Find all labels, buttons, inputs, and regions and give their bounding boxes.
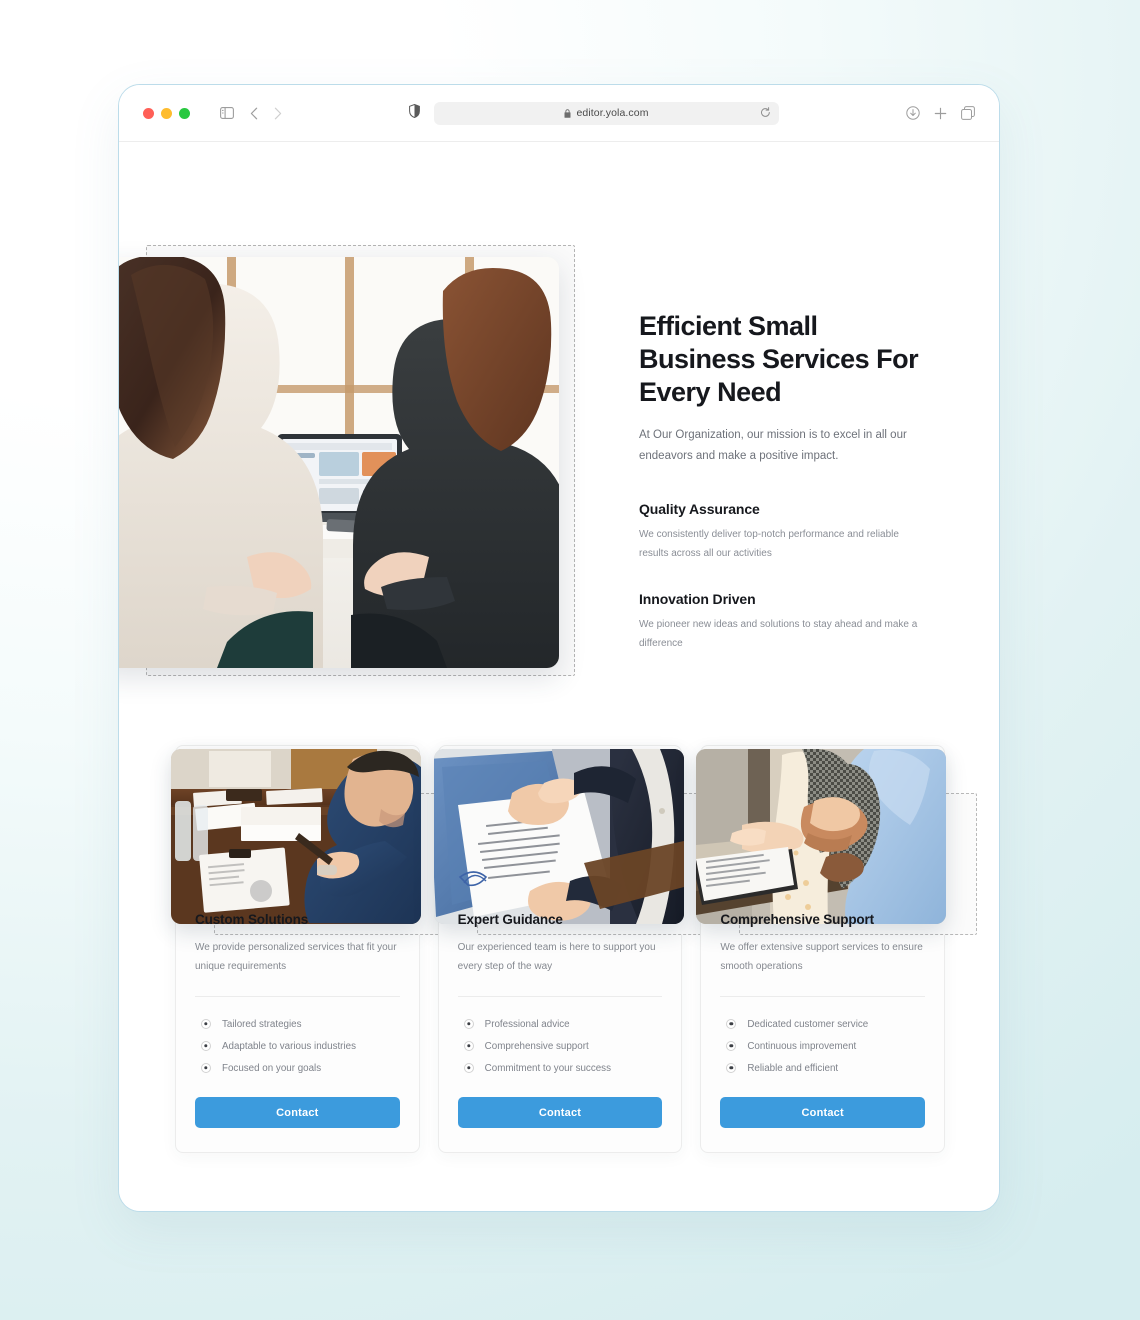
feature-innovation-driven[interactable]: Innovation Driven We pioneer new ideas a… xyxy=(639,591,939,653)
card-photo-illustration xyxy=(696,749,947,924)
service-card-expert-guidance[interactable]: Expert Guidance Our experienced team is … xyxy=(433,745,715,1153)
list-item[interactable]: Reliable and efficient xyxy=(720,1057,925,1079)
chevron-left-icon[interactable] xyxy=(250,107,258,120)
card-description[interactable]: We offer extensive support services to e… xyxy=(720,938,925,976)
divider xyxy=(457,996,663,997)
card-description[interactable]: Our experienced team is here to support … xyxy=(458,938,663,976)
list-item[interactable]: Tailored strategies xyxy=(195,1013,400,1035)
list-item-label: Focused on your goals xyxy=(222,1062,322,1074)
bullet-icon xyxy=(726,1041,737,1051)
card-photo-illustration xyxy=(433,749,684,924)
bullet-icon xyxy=(201,1041,211,1051)
bullet-icon xyxy=(726,1063,737,1073)
bullet-icon xyxy=(463,1041,474,1051)
chevron-right-icon[interactable] xyxy=(274,107,282,120)
card-bullet-list: Tailored strategies Adaptable to various… xyxy=(195,1013,400,1079)
list-item-label: Continuous improvement xyxy=(747,1040,857,1052)
list-item-label: Tailored strategies xyxy=(222,1018,302,1030)
reload-icon[interactable] xyxy=(760,107,771,119)
card-photo-illustration xyxy=(171,749,421,924)
contact-button[interactable]: Contact xyxy=(195,1097,400,1128)
list-item[interactable]: Adaptable to various industries xyxy=(195,1035,400,1057)
maximize-window-button[interactable] xyxy=(179,107,190,119)
card-title[interactable]: Comprehensive Support xyxy=(720,912,925,927)
bullet-icon xyxy=(201,1019,211,1029)
bullet-icon xyxy=(463,1063,474,1073)
navigation-controls xyxy=(220,107,282,120)
sidebar-icon[interactable] xyxy=(220,107,234,119)
card-body: Comprehensive Support We offer extensive… xyxy=(720,912,926,1128)
feature-title: Innovation Driven xyxy=(639,591,756,608)
card-description[interactable]: We provide personalized services that fi… xyxy=(195,938,400,976)
contact-button[interactable]: Contact xyxy=(720,1097,926,1128)
browser-actions xyxy=(906,106,975,120)
contact-button[interactable]: Contact xyxy=(457,1097,663,1128)
list-item[interactable]: Dedicated customer service xyxy=(720,1013,925,1035)
list-item-label: Professional advice xyxy=(484,1018,570,1030)
list-item[interactable]: Commitment to your success xyxy=(458,1057,663,1079)
card-title[interactable]: Custom Solutions xyxy=(195,912,400,927)
card-body: Custom Solutions We provide personalized… xyxy=(195,912,400,1128)
download-icon[interactable] xyxy=(906,106,920,120)
card-image[interactable] xyxy=(171,749,421,924)
hero-copy: Efficient Small Business Services For Ev… xyxy=(639,310,939,653)
window-controls xyxy=(143,107,190,119)
list-item-label: Reliable and efficient xyxy=(747,1062,839,1074)
divider xyxy=(720,996,926,997)
bullet-icon xyxy=(463,1019,474,1029)
url-text: editor.yola.com xyxy=(576,107,649,119)
hero-section: Efficient Small Business Services For Ev… xyxy=(119,142,999,676)
shield-icon[interactable] xyxy=(409,103,420,123)
close-window-button[interactable] xyxy=(143,107,154,119)
address-bar-area: editor.yola.com xyxy=(282,101,906,125)
feature-description: We consistently deliver top-notch perfor… xyxy=(639,529,899,559)
list-item[interactable]: Continuous improvement xyxy=(720,1035,925,1057)
card-bullet-list: Dedicated customer service Continuous im… xyxy=(720,1013,925,1079)
list-item-label: Commitment to your success xyxy=(484,1062,611,1074)
services-cards-row: Custom Solutions We provide personalized… xyxy=(171,745,978,1153)
list-item[interactable]: Comprehensive support xyxy=(458,1035,663,1057)
hero-title[interactable]: Efficient Small Business Services For Ev… xyxy=(639,310,939,409)
address-bar[interactable]: editor.yola.com xyxy=(434,101,779,125)
hero-photo-illustration xyxy=(119,257,559,668)
lock-icon xyxy=(564,108,571,118)
feature-description: We pioneer new ideas and solutions to st… xyxy=(639,619,918,649)
browser-window: editor.yola.com Efficient Small Business… xyxy=(118,84,1000,1212)
bullet-icon xyxy=(726,1019,737,1029)
service-card-comprehensive-support[interactable]: Comprehensive Support We offer extensive… xyxy=(696,745,978,1153)
card-image[interactable] xyxy=(696,749,947,924)
plus-icon[interactable] xyxy=(934,107,947,120)
card-image[interactable] xyxy=(433,749,684,924)
hero-image[interactable] xyxy=(119,257,559,668)
card-bullet-list: Professional advice Comprehensive suppor… xyxy=(458,1013,663,1079)
card-body: Expert Guidance Our experienced team is … xyxy=(457,912,663,1128)
feature-quality-assurance[interactable]: Quality Assurance We consistently delive… xyxy=(639,501,939,563)
minimize-window-button[interactable] xyxy=(161,107,172,119)
list-item[interactable]: Focused on your goals xyxy=(195,1057,400,1079)
list-item-label: Dedicated customer service xyxy=(747,1018,869,1030)
browser-toolbar: editor.yola.com xyxy=(119,85,999,142)
divider xyxy=(195,996,400,997)
list-item[interactable]: Professional advice xyxy=(458,1013,663,1035)
bullet-icon xyxy=(201,1063,211,1073)
feature-title: Quality Assurance xyxy=(639,501,760,518)
tabs-icon[interactable] xyxy=(961,106,975,120)
list-item-label: Comprehensive support xyxy=(484,1040,589,1052)
service-card-custom-solutions[interactable]: Custom Solutions We provide personalized… xyxy=(171,745,452,1153)
list-item-label: Adaptable to various industries xyxy=(222,1040,356,1052)
website-canvas: Efficient Small Business Services For Ev… xyxy=(119,142,999,1211)
hero-subtitle[interactable]: At Our Organization, our mission is to e… xyxy=(639,425,939,468)
card-title[interactable]: Expert Guidance xyxy=(458,912,663,927)
